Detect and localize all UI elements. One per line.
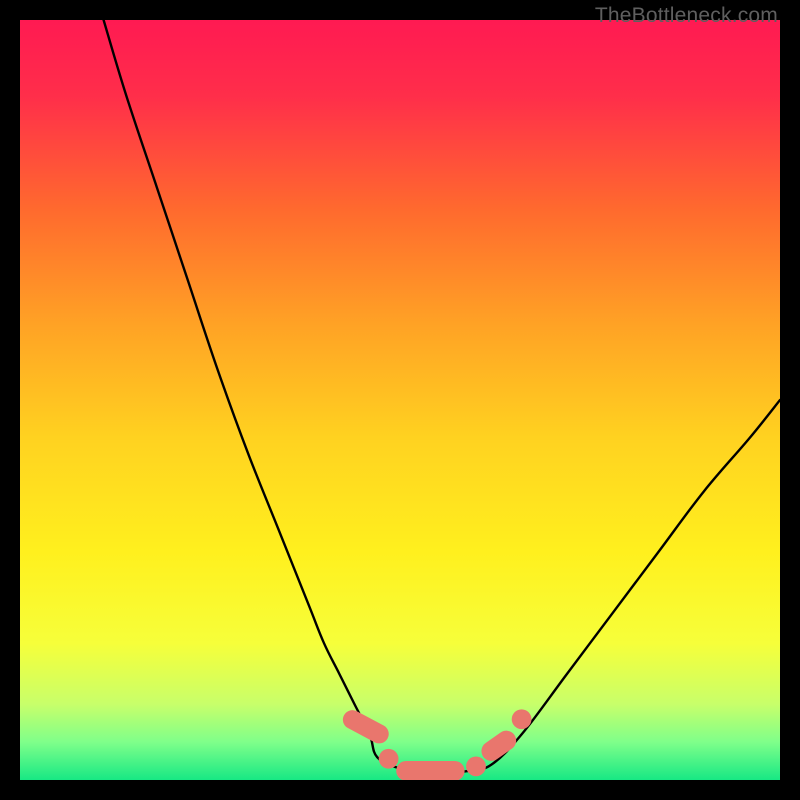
bottleneck-curve-chart — [20, 20, 780, 780]
chart-frame — [20, 20, 780, 780]
curve-marker-capsule — [396, 761, 464, 780]
curve-marker-dot — [379, 749, 399, 769]
watermark-text: TheBottleneck.com — [595, 4, 778, 28]
curve-marker-dot — [466, 756, 486, 776]
curve-marker-dot — [512, 709, 532, 729]
gradient-background — [20, 20, 780, 780]
